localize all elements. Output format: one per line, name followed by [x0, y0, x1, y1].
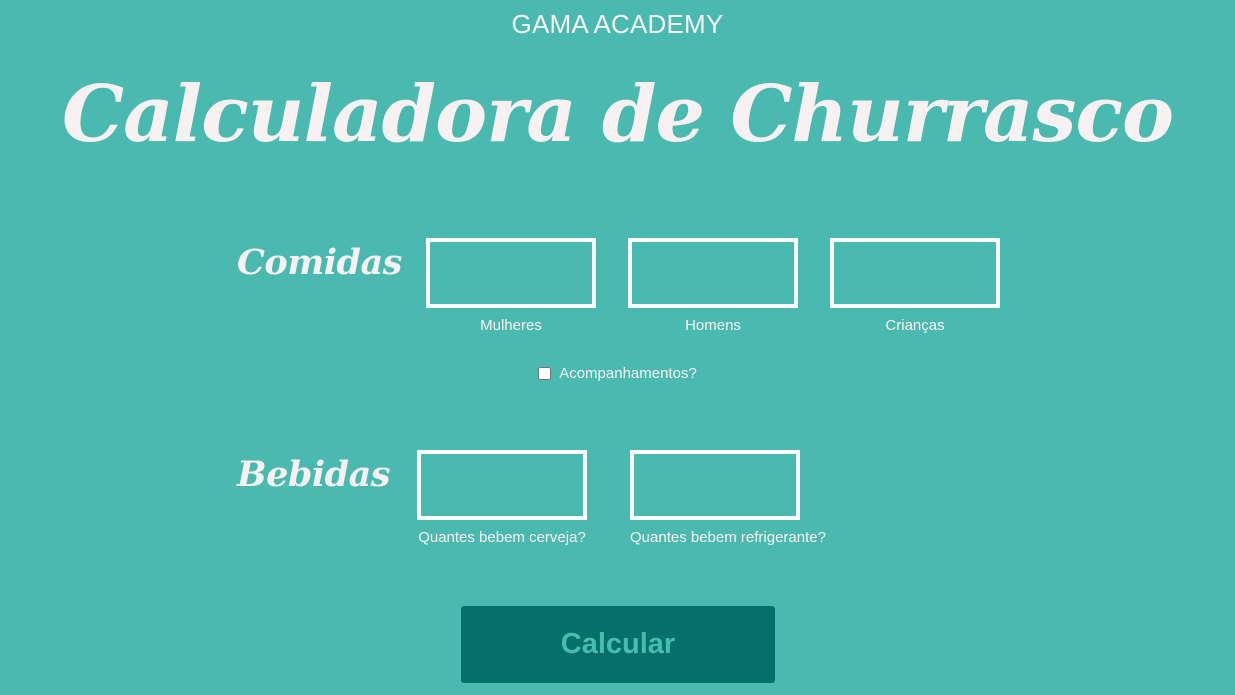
section-label-bebidas: Bebidas — [237, 454, 390, 495]
field-cerveja: Quantes bebem cerveja? — [417, 450, 587, 546]
mulheres-input[interactable] — [426, 238, 596, 308]
homens-input[interactable] — [628, 238, 798, 308]
refrigerante-input[interactable] — [630, 450, 800, 520]
cerveja-caption: Quantes bebem cerveja? — [418, 529, 586, 546]
cerveja-input[interactable] — [417, 450, 587, 520]
page-title: Calculadora de Churrasco — [62, 69, 1174, 160]
criancas-input[interactable] — [830, 238, 1000, 308]
field-refrigerante: Quantes bebem refrigerante? — [630, 450, 826, 546]
mulheres-caption: Mulheres — [480, 317, 542, 334]
field-homens: Homens — [628, 238, 798, 334]
acompanhamentos-row: Acompanhamentos? — [0, 365, 1235, 382]
brand-name: GAMA ACADEMY — [511, 9, 724, 39]
criancas-caption: Crianças — [885, 317, 945, 334]
refrigerante-caption: Quantes bebem refrigerante? — [630, 529, 826, 546]
acompanhamentos-label[interactable]: Acompanhamentos? — [559, 365, 697, 382]
section-label-comidas: Comidas — [237, 242, 402, 283]
acompanhamentos-checkbox[interactable] — [538, 367, 552, 380]
field-criancas: Crianças — [830, 238, 1000, 334]
homens-caption: Homens — [685, 317, 741, 334]
calcular-button[interactable]: Calcular — [461, 606, 775, 683]
field-mulheres: Mulheres — [426, 238, 596, 334]
